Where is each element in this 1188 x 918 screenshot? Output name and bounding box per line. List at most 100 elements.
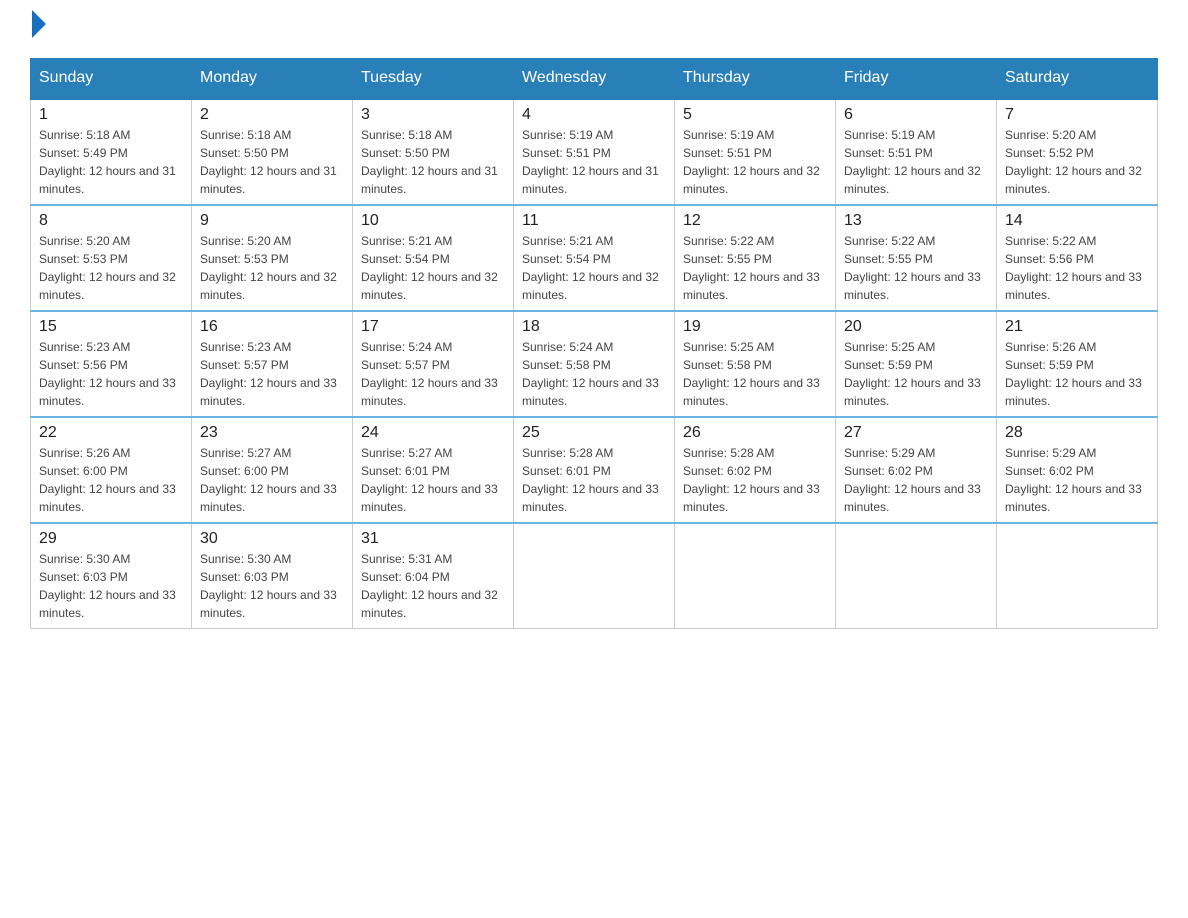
calendar-cell: 7 Sunrise: 5:20 AMSunset: 5:52 PMDayligh…	[997, 99, 1158, 206]
day-info: Sunrise: 5:31 AMSunset: 6:04 PMDaylight:…	[361, 552, 498, 620]
calendar-cell: 6 Sunrise: 5:19 AMSunset: 5:51 PMDayligh…	[836, 99, 997, 206]
day-number: 20	[844, 318, 988, 336]
day-number: 5	[683, 106, 827, 124]
calendar-cell: 12 Sunrise: 5:22 AMSunset: 5:55 PMDaylig…	[675, 205, 836, 311]
calendar-cell	[514, 523, 675, 629]
calendar-table: SundayMondayTuesdayWednesdayThursdayFrid…	[30, 58, 1158, 629]
day-info: Sunrise: 5:19 AMSunset: 5:51 PMDaylight:…	[844, 128, 981, 196]
day-info: Sunrise: 5:19 AMSunset: 5:51 PMDaylight:…	[683, 128, 820, 196]
calendar-cell: 1 Sunrise: 5:18 AMSunset: 5:49 PMDayligh…	[31, 99, 192, 206]
day-number: 31	[361, 530, 505, 548]
calendar-cell: 29 Sunrise: 5:30 AMSunset: 6:03 PMDaylig…	[31, 523, 192, 629]
calendar-cell: 8 Sunrise: 5:20 AMSunset: 5:53 PMDayligh…	[31, 205, 192, 311]
day-number: 4	[522, 106, 666, 124]
day-info: Sunrise: 5:25 AMSunset: 5:58 PMDaylight:…	[683, 340, 820, 408]
day-number: 28	[1005, 424, 1149, 442]
day-number: 26	[683, 424, 827, 442]
calendar-cell: 15 Sunrise: 5:23 AMSunset: 5:56 PMDaylig…	[31, 311, 192, 417]
day-info: Sunrise: 5:30 AMSunset: 6:03 PMDaylight:…	[200, 552, 337, 620]
day-number: 30	[200, 530, 344, 548]
weekday-header-saturday: Saturday	[997, 59, 1158, 99]
day-number: 11	[522, 212, 666, 230]
calendar-cell: 9 Sunrise: 5:20 AMSunset: 5:53 PMDayligh…	[192, 205, 353, 311]
calendar-cell: 4 Sunrise: 5:19 AMSunset: 5:51 PMDayligh…	[514, 99, 675, 206]
day-number: 13	[844, 212, 988, 230]
calendar-cell: 23 Sunrise: 5:27 AMSunset: 6:00 PMDaylig…	[192, 417, 353, 523]
calendar-cell: 16 Sunrise: 5:23 AMSunset: 5:57 PMDaylig…	[192, 311, 353, 417]
day-number: 24	[361, 424, 505, 442]
logo	[30, 20, 46, 38]
day-number: 3	[361, 106, 505, 124]
day-info: Sunrise: 5:18 AMSunset: 5:50 PMDaylight:…	[361, 128, 498, 196]
day-number: 12	[683, 212, 827, 230]
day-number: 8	[39, 212, 183, 230]
calendar-cell: 14 Sunrise: 5:22 AMSunset: 5:56 PMDaylig…	[997, 205, 1158, 311]
day-info: Sunrise: 5:25 AMSunset: 5:59 PMDaylight:…	[844, 340, 981, 408]
calendar-cell	[675, 523, 836, 629]
calendar-cell: 21 Sunrise: 5:26 AMSunset: 5:59 PMDaylig…	[997, 311, 1158, 417]
day-info: Sunrise: 5:21 AMSunset: 5:54 PMDaylight:…	[522, 234, 659, 302]
day-info: Sunrise: 5:26 AMSunset: 5:59 PMDaylight:…	[1005, 340, 1142, 408]
day-number: 2	[200, 106, 344, 124]
calendar-cell: 24 Sunrise: 5:27 AMSunset: 6:01 PMDaylig…	[353, 417, 514, 523]
calendar-cell: 26 Sunrise: 5:28 AMSunset: 6:02 PMDaylig…	[675, 417, 836, 523]
day-number: 14	[1005, 212, 1149, 230]
day-info: Sunrise: 5:27 AMSunset: 6:00 PMDaylight:…	[200, 446, 337, 514]
day-number: 15	[39, 318, 183, 336]
calendar-cell: 19 Sunrise: 5:25 AMSunset: 5:58 PMDaylig…	[675, 311, 836, 417]
day-number: 10	[361, 212, 505, 230]
weekday-header-wednesday: Wednesday	[514, 59, 675, 99]
calendar-cell: 27 Sunrise: 5:29 AMSunset: 6:02 PMDaylig…	[836, 417, 997, 523]
calendar-week-row: 1 Sunrise: 5:18 AMSunset: 5:49 PMDayligh…	[31, 99, 1158, 206]
calendar-cell: 18 Sunrise: 5:24 AMSunset: 5:58 PMDaylig…	[514, 311, 675, 417]
day-info: Sunrise: 5:18 AMSunset: 5:49 PMDaylight:…	[39, 128, 176, 196]
day-info: Sunrise: 5:29 AMSunset: 6:02 PMDaylight:…	[844, 446, 981, 514]
day-info: Sunrise: 5:20 AMSunset: 5:53 PMDaylight:…	[200, 234, 337, 302]
day-number: 21	[1005, 318, 1149, 336]
calendar-cell: 20 Sunrise: 5:25 AMSunset: 5:59 PMDaylig…	[836, 311, 997, 417]
day-info: Sunrise: 5:23 AMSunset: 5:56 PMDaylight:…	[39, 340, 176, 408]
calendar-cell: 3 Sunrise: 5:18 AMSunset: 5:50 PMDayligh…	[353, 99, 514, 206]
calendar-cell	[997, 523, 1158, 629]
day-number: 17	[361, 318, 505, 336]
calendar-cell: 11 Sunrise: 5:21 AMSunset: 5:54 PMDaylig…	[514, 205, 675, 311]
day-number: 22	[39, 424, 183, 442]
day-info: Sunrise: 5:20 AMSunset: 5:52 PMDaylight:…	[1005, 128, 1142, 196]
day-number: 25	[522, 424, 666, 442]
day-number: 27	[844, 424, 988, 442]
day-info: Sunrise: 5:28 AMSunset: 6:01 PMDaylight:…	[522, 446, 659, 514]
calendar-cell	[836, 523, 997, 629]
day-info: Sunrise: 5:23 AMSunset: 5:57 PMDaylight:…	[200, 340, 337, 408]
weekday-header-thursday: Thursday	[675, 59, 836, 99]
day-number: 19	[683, 318, 827, 336]
calendar-cell: 13 Sunrise: 5:22 AMSunset: 5:55 PMDaylig…	[836, 205, 997, 311]
logo-triangle-icon	[32, 10, 46, 38]
calendar-cell: 22 Sunrise: 5:26 AMSunset: 6:00 PMDaylig…	[31, 417, 192, 523]
calendar-cell: 31 Sunrise: 5:31 AMSunset: 6:04 PMDaylig…	[353, 523, 514, 629]
day-info: Sunrise: 5:18 AMSunset: 5:50 PMDaylight:…	[200, 128, 337, 196]
day-info: Sunrise: 5:28 AMSunset: 6:02 PMDaylight:…	[683, 446, 820, 514]
day-number: 1	[39, 106, 183, 124]
calendar-cell: 30 Sunrise: 5:30 AMSunset: 6:03 PMDaylig…	[192, 523, 353, 629]
calendar-cell: 10 Sunrise: 5:21 AMSunset: 5:54 PMDaylig…	[353, 205, 514, 311]
day-info: Sunrise: 5:27 AMSunset: 6:01 PMDaylight:…	[361, 446, 498, 514]
day-info: Sunrise: 5:26 AMSunset: 6:00 PMDaylight:…	[39, 446, 176, 514]
day-number: 23	[200, 424, 344, 442]
weekday-header-sunday: Sunday	[31, 59, 192, 99]
calendar-week-row: 22 Sunrise: 5:26 AMSunset: 6:00 PMDaylig…	[31, 417, 1158, 523]
calendar-week-row: 29 Sunrise: 5:30 AMSunset: 6:03 PMDaylig…	[31, 523, 1158, 629]
weekday-header-tuesday: Tuesday	[353, 59, 514, 99]
day-info: Sunrise: 5:24 AMSunset: 5:58 PMDaylight:…	[522, 340, 659, 408]
day-info: Sunrise: 5:30 AMSunset: 6:03 PMDaylight:…	[39, 552, 176, 620]
day-info: Sunrise: 5:20 AMSunset: 5:53 PMDaylight:…	[39, 234, 176, 302]
day-number: 18	[522, 318, 666, 336]
day-info: Sunrise: 5:21 AMSunset: 5:54 PMDaylight:…	[361, 234, 498, 302]
calendar-cell: 28 Sunrise: 5:29 AMSunset: 6:02 PMDaylig…	[997, 417, 1158, 523]
day-number: 16	[200, 318, 344, 336]
calendar-cell: 25 Sunrise: 5:28 AMSunset: 6:01 PMDaylig…	[514, 417, 675, 523]
day-info: Sunrise: 5:19 AMSunset: 5:51 PMDaylight:…	[522, 128, 659, 196]
calendar-cell: 5 Sunrise: 5:19 AMSunset: 5:51 PMDayligh…	[675, 99, 836, 206]
calendar-week-row: 8 Sunrise: 5:20 AMSunset: 5:53 PMDayligh…	[31, 205, 1158, 311]
calendar-cell: 17 Sunrise: 5:24 AMSunset: 5:57 PMDaylig…	[353, 311, 514, 417]
calendar-week-row: 15 Sunrise: 5:23 AMSunset: 5:56 PMDaylig…	[31, 311, 1158, 417]
